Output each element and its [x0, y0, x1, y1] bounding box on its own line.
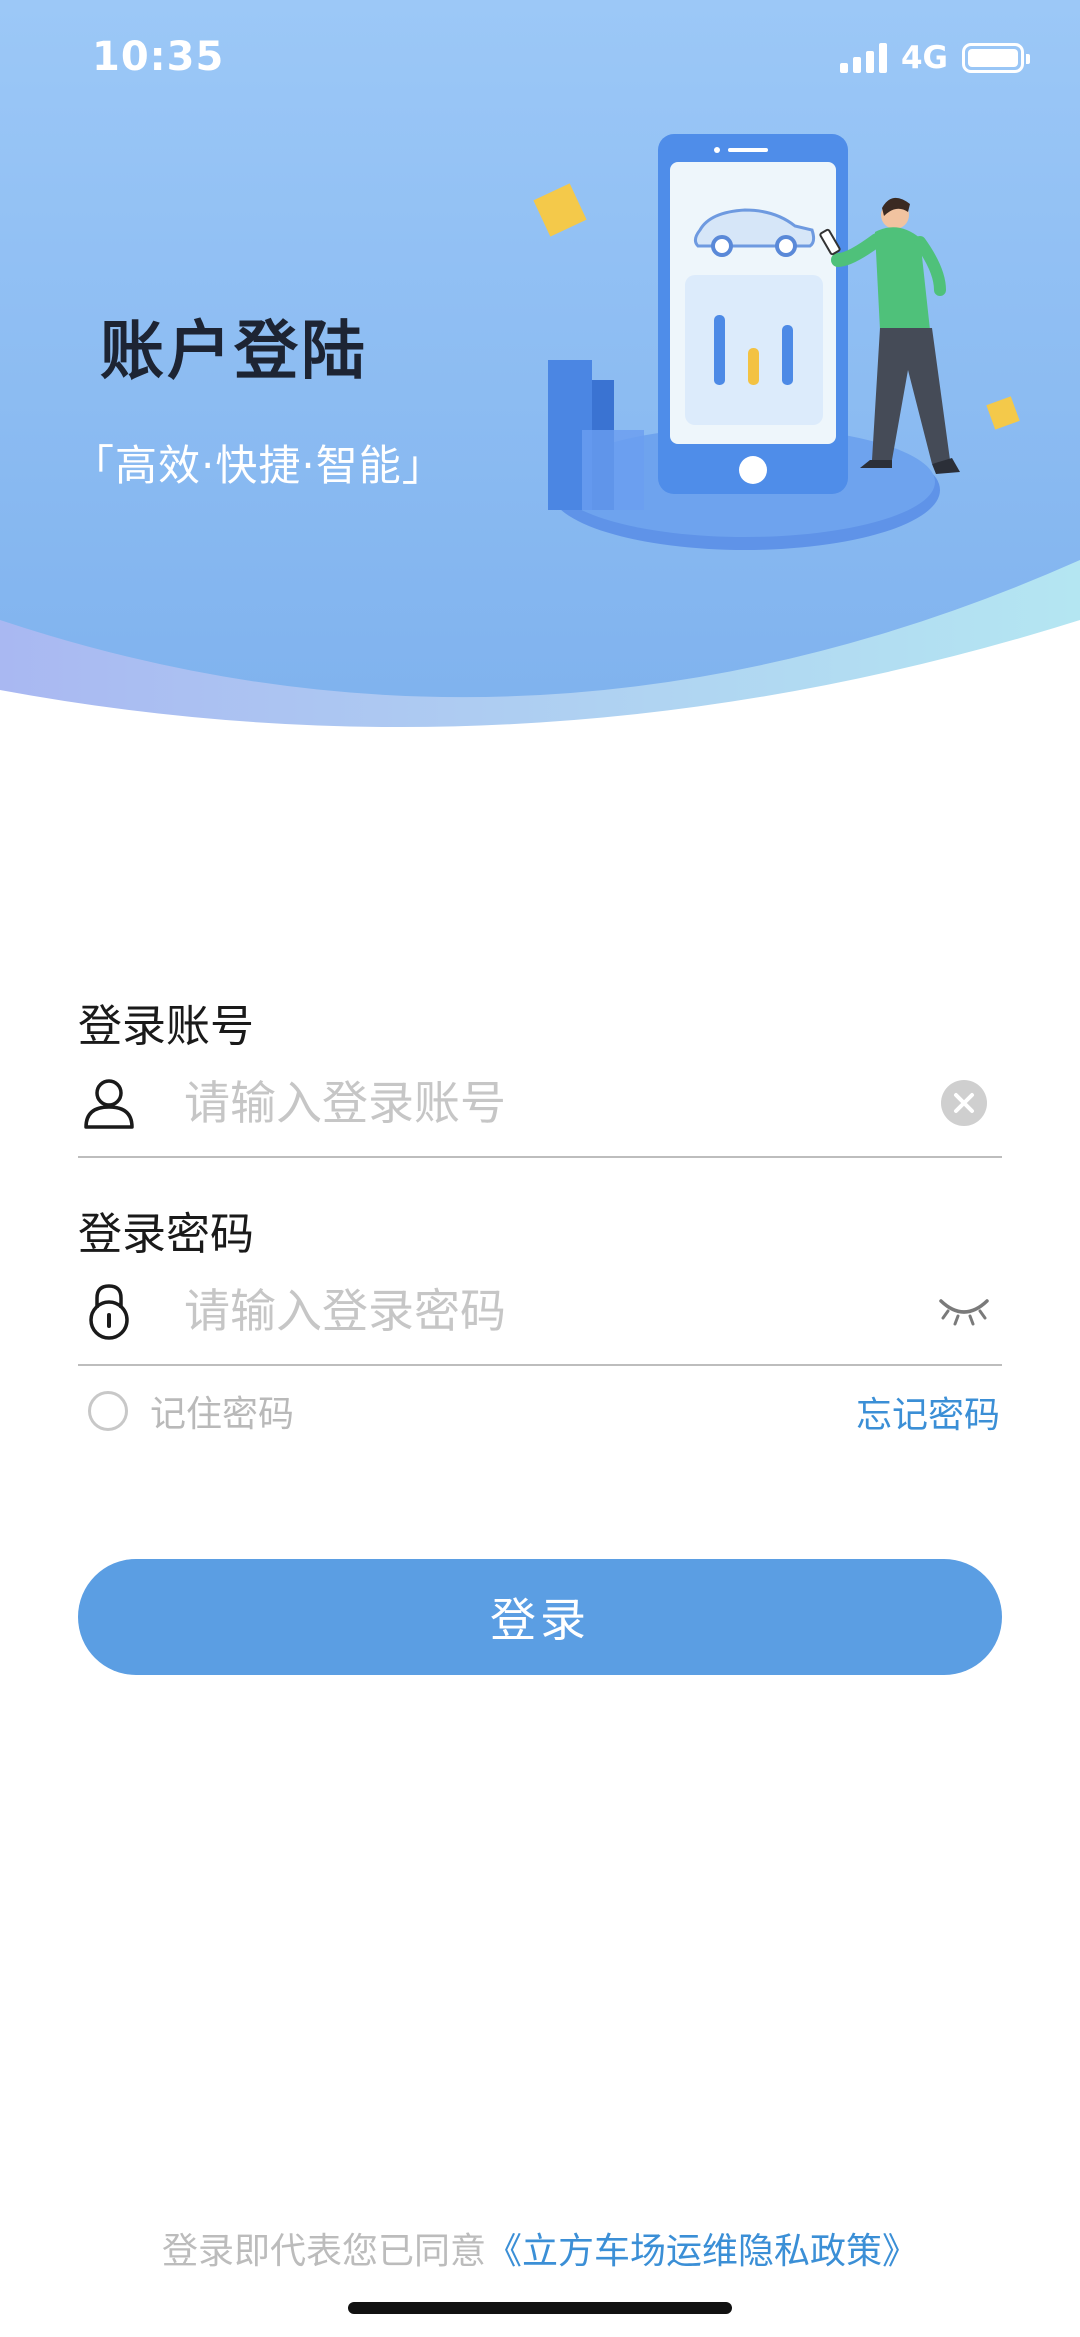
remember-radio[interactable] [88, 1391, 128, 1431]
home-indicator[interactable] [348, 2302, 732, 2314]
remember-password-option[interactable]: 记住密码 [88, 1385, 294, 1437]
hero-banner: 10:35 4G 账户登陆 「高效·快捷·智能」 [0, 0, 1080, 760]
password-label: 登录密码 [78, 1209, 254, 1260]
page-subtitle: 「高效·快捷·智能」 [72, 441, 445, 490]
forgot-password-link[interactable]: 忘记密码 [856, 1386, 1000, 1438]
eye-closed-icon[interactable] [936, 1283, 992, 1339]
signal-icon [839, 43, 887, 73]
lock-icon [78, 1280, 140, 1342]
status-indicators: 4G [839, 40, 1030, 76]
password-field [78, 1258, 1002, 1366]
clear-icon[interactable] [936, 1075, 992, 1131]
page-title: 账户登陆 [100, 315, 368, 389]
remember-label: 记住密码 [150, 1394, 295, 1435]
account-input[interactable] [184, 1076, 936, 1130]
phone-illustration [533, 134, 1020, 550]
user-icon [78, 1072, 140, 1134]
battery-icon [962, 43, 1030, 73]
account-label: 登录账号 [78, 1001, 254, 1052]
agreement-prefix: 登录即代表您已同意 [161, 2231, 486, 2272]
status-bar: 10:35 4G [0, 0, 1080, 120]
password-input[interactable] [184, 1284, 936, 1338]
network-type: 4G [900, 40, 948, 76]
account-field [78, 1050, 1002, 1158]
status-time: 10:35 [92, 34, 225, 80]
privacy-policy-link[interactable]: 《立方车场运维隐私政策》 [486, 2231, 918, 2272]
agreement-text: 登录即代表您已同意《立方车场运维隐私政策》 [0, 2222, 1080, 2274]
login-button[interactable]: 登录 [78, 1559, 1002, 1675]
